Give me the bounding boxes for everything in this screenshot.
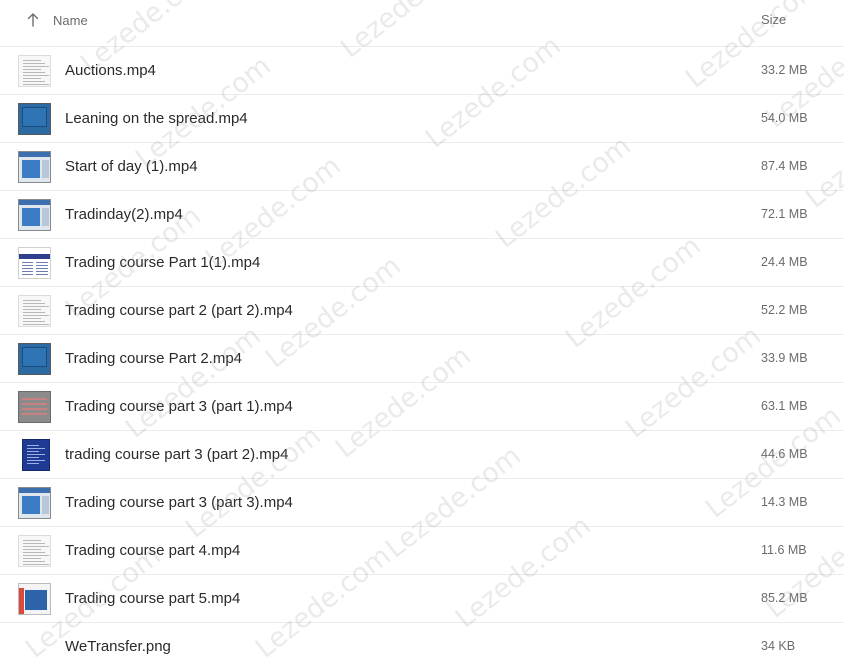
file-row[interactable]: Trading course Part 1(1).mp4 24.4 MB bbox=[0, 239, 844, 287]
file-row[interactable]: Leaning on the spread.mp4 54.0 MB bbox=[0, 95, 844, 143]
file-name[interactable]: WeTransfer.png bbox=[65, 638, 171, 655]
file-thumbnail bbox=[18, 103, 51, 135]
file-thumbnail bbox=[18, 343, 51, 375]
file-row[interactable]: Tradinday(2).mp4 72.1 MB bbox=[0, 191, 844, 239]
file-size: 33.2 MB bbox=[761, 63, 808, 77]
file-name[interactable]: Start of day (1).mp4 bbox=[65, 158, 198, 175]
file-name[interactable]: Trading course part 5.mp4 bbox=[65, 590, 240, 607]
file-size: 33.9 MB bbox=[761, 351, 808, 365]
file-name[interactable]: Leaning on the spread.mp4 bbox=[65, 110, 248, 127]
file-name[interactable]: Auctions.mp4 bbox=[65, 62, 156, 79]
file-thumbnail bbox=[18, 391, 51, 423]
file-row[interactable]: Trading course part 4.mp4 11.6 MB bbox=[0, 527, 844, 575]
file-row[interactable]: Auctions.mp4 33.2 MB bbox=[0, 47, 844, 95]
file-row[interactable]: trading course part 3 (part 2).mp4 44.6 M… bbox=[0, 431, 844, 479]
file-name[interactable]: Tradinday(2).mp4 bbox=[65, 206, 183, 223]
file-size: 44.6 MB bbox=[761, 447, 808, 461]
file-size: 14.3 MB bbox=[761, 495, 808, 509]
file-thumbnail bbox=[18, 151, 51, 183]
file-thumbnail bbox=[18, 295, 51, 327]
file-thumbnail bbox=[18, 583, 51, 615]
file-list-header: Name Size bbox=[0, 0, 844, 47]
file-row[interactable]: WeTransfer.png 34 KB bbox=[0, 623, 844, 671]
file-row[interactable]: Start of day (1).mp4 87.4 MB bbox=[0, 143, 844, 191]
file-row[interactable]: Trading course part 5.mp4 85.2 MB bbox=[0, 575, 844, 623]
file-thumbnail bbox=[22, 439, 50, 471]
file-size: 54.0 MB bbox=[761, 111, 808, 125]
file-size: 34 KB bbox=[761, 639, 796, 653]
file-thumbnail bbox=[18, 199, 51, 231]
file-row[interactable]: Trading course Part 2.mp4 33.9 MB bbox=[0, 335, 844, 383]
file-size: 52.2 MB bbox=[761, 303, 808, 317]
file-size: 85.2 MB bbox=[761, 591, 808, 605]
file-size: 72.1 MB bbox=[761, 207, 808, 221]
file-name[interactable]: trading course part 3 (part 2).mp4 bbox=[65, 446, 288, 463]
file-row[interactable]: Trading course part 2 (part 2).mp4 52.2 M… bbox=[0, 287, 844, 335]
file-thumbnail bbox=[18, 535, 51, 567]
file-size: 63.1 MB bbox=[761, 399, 808, 413]
file-row[interactable]: Trading course part 3 (part 1).mp4 63.1 M… bbox=[0, 383, 844, 431]
file-name[interactable]: Trading course Part 2.mp4 bbox=[65, 350, 242, 367]
name-column-header[interactable]: Name bbox=[53, 13, 88, 28]
arrow-up-icon[interactable] bbox=[25, 11, 41, 29]
file-thumbnail bbox=[18, 247, 51, 279]
size-column-header[interactable]: Size bbox=[761, 12, 786, 27]
file-thumbnail bbox=[18, 55, 51, 87]
file-row[interactable]: Trading course part 3 (part 3).mp4 14.3 M… bbox=[0, 479, 844, 527]
file-name[interactable]: Trading course part 3 (part 3).mp4 bbox=[65, 494, 293, 511]
file-name[interactable]: Trading course part 2 (part 2).mp4 bbox=[65, 302, 293, 319]
file-name[interactable]: Trading course part 3 (part 1).mp4 bbox=[65, 398, 293, 415]
file-thumbnail bbox=[18, 487, 51, 519]
file-name[interactable]: Trading course Part 1(1).mp4 bbox=[65, 254, 260, 271]
file-name[interactable]: Trading course part 4.mp4 bbox=[65, 542, 240, 559]
file-size: 11.6 MB bbox=[761, 543, 807, 557]
file-size: 87.4 MB bbox=[761, 159, 808, 173]
file-size: 24.4 MB bbox=[761, 255, 808, 269]
file-list: Auctions.mp4 33.2 MB Leaning on the spread… bbox=[0, 47, 844, 671]
